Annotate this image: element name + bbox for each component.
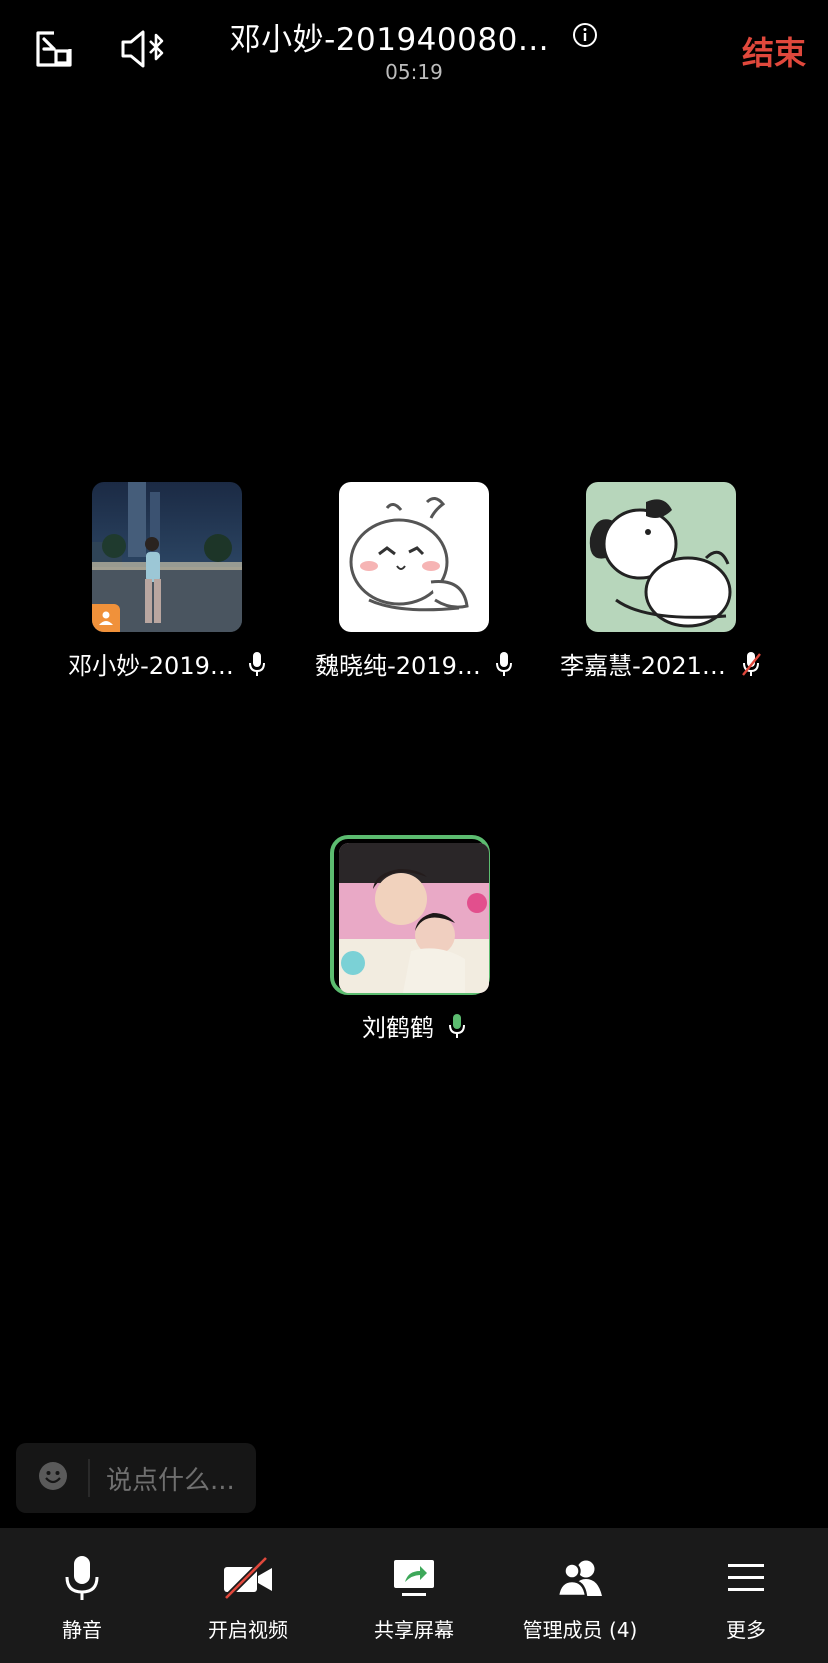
bottom-toolbar: 静音 开启视频 共享屏幕 管理成员 (4) 更多 [0,1528,828,1663]
more-label: 更多 [726,1618,766,1642]
members-icon [555,1554,605,1602]
participant-avatar-4[interactable] [339,843,489,993]
start-video-label: 开启视频 [208,1618,288,1642]
chat-placeholder[interactable]: 说点什么... [106,1460,235,1497]
share-screen-icon [392,1554,436,1602]
start-video-button[interactable]: 开启视频 [188,1528,308,1663]
participant-name-row-4: 刘鹤鹤 [307,1008,521,1043]
participant-name-row-3: 李嘉慧-2021… [554,646,768,681]
video-off-icon [222,1554,274,1602]
mute-button[interactable]: 静音 [22,1528,142,1663]
meeting-title[interactable]: 邓小妙-201940080… [230,14,550,59]
top-bar: 邓小妙-201940080… 05:19 结束 [0,0,828,110]
share-screen-button[interactable]: 共享屏幕 [354,1528,474,1663]
emoji-icon[interactable] [38,1461,68,1495]
manage-members-button[interactable]: 管理成员 (4) [500,1528,660,1663]
host-badge-icon [92,604,120,632]
participant-name-row-2: 魏晓纯-2019… [307,646,521,681]
divider [88,1459,90,1497]
end-meeting-button[interactable]: 结束 [742,28,806,74]
chat-input-box[interactable]: 说点什么... [16,1443,256,1513]
participant-name-row-1: 邓小妙-2019… [60,646,274,681]
microphone-icon [64,1554,100,1602]
microphone-icon [495,651,513,677]
microphone-icon [248,651,266,677]
participant-name: 刘鹤鹤 [362,1014,434,1042]
more-button[interactable]: 更多 [686,1528,806,1663]
participant-name: 李嘉慧-2021… [560,652,726,680]
participant-avatar-3[interactable] [586,482,736,632]
participant-name: 邓小妙-2019… [68,652,234,680]
speaking-microphone-icon [448,1013,466,1039]
participant-avatar-1[interactable] [92,482,242,632]
muted-microphone-icon [740,651,762,677]
menu-icon [726,1554,766,1602]
manage-members-label: 管理成员 (4) [522,1618,638,1642]
mute-label: 静音 [62,1618,102,1642]
info-icon[interactable] [572,22,598,52]
participant-avatar-2[interactable] [339,482,489,632]
share-screen-label: 共享屏幕 [374,1618,454,1642]
participant-name: 魏晓纯-2019… [315,652,481,680]
meeting-timer: 05:19 [385,60,443,84]
